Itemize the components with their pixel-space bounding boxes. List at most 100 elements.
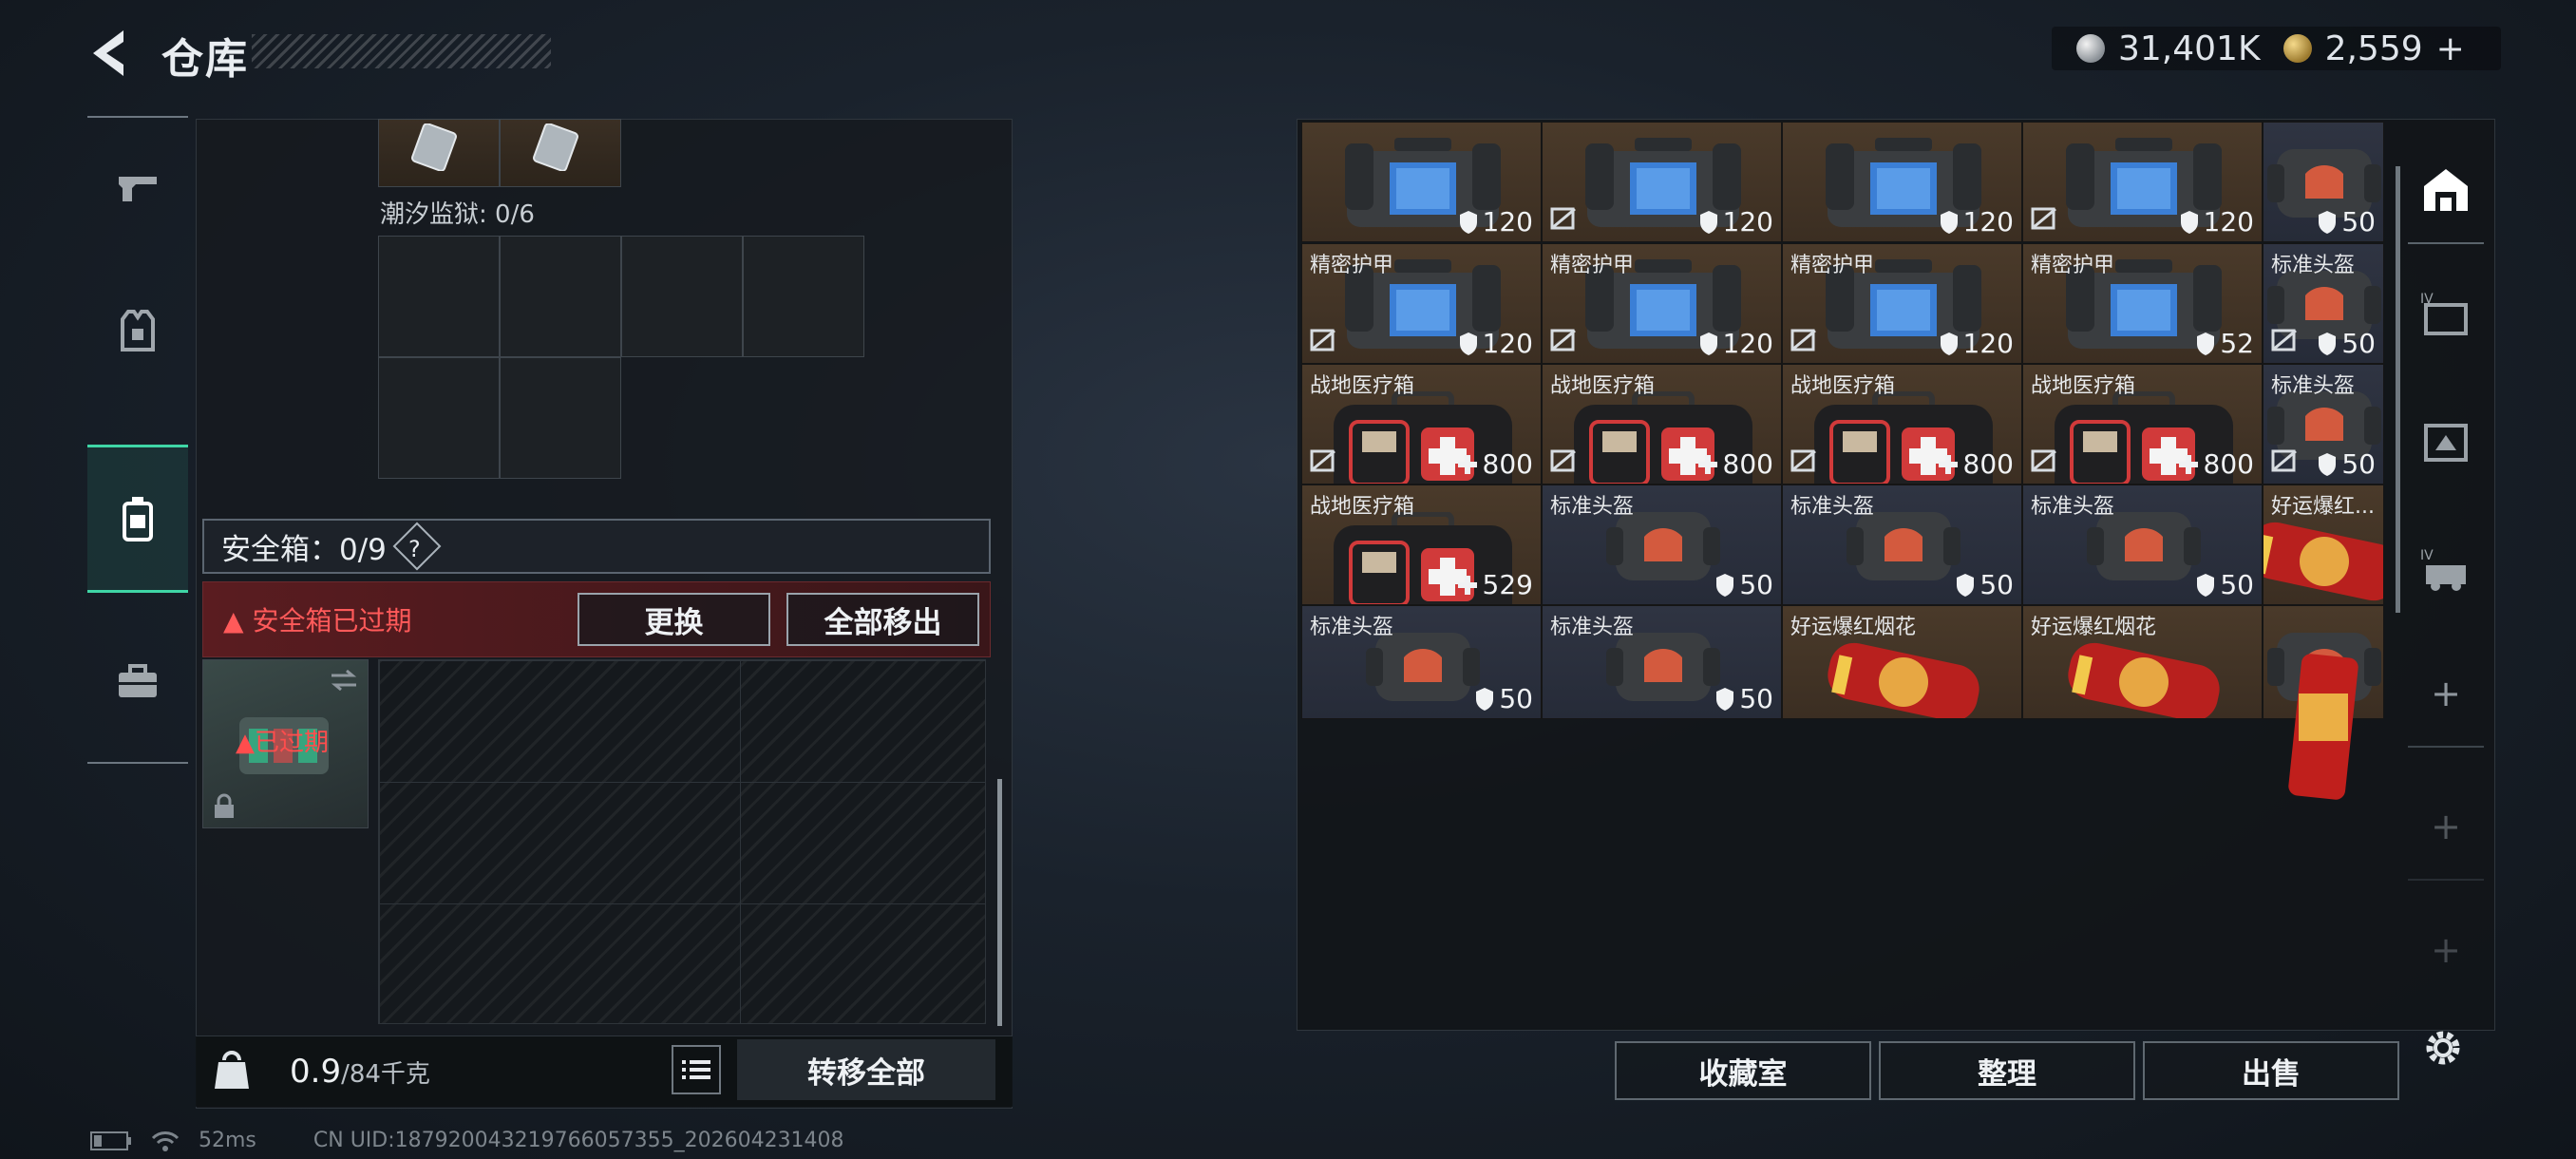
storage-item-slot[interactable]: 120 [1301,122,1542,242]
no-repair-badge [1310,329,1336,355]
no-repair-icon [1550,329,1576,352]
storage-item-slot[interactable]: 标准头盔 50 [1542,605,1782,719]
storage-item-slot[interactable]: 好运爆红... [2263,484,2384,605]
storage-item-slot[interactable]: 标准头盔 50 [2263,243,2384,364]
empty-slot[interactable] [500,357,621,479]
silver-amount: 31,401K [2118,28,2261,68]
item-slot[interactable] [500,119,621,187]
tab-storage-car[interactable]: IV [2408,518,2484,622]
replace-button[interactable]: 更换 [578,593,770,646]
back-arrow-icon [93,30,123,76]
storage-item-slot[interactable]: 50 [2263,122,2384,242]
storage-tab-bar: IV IV + + + [2408,119,2484,993]
sort-button[interactable]: 整理 [1879,1041,2135,1100]
firework-item-art [2263,636,2384,836]
transfer-all-button[interactable]: 转移全部 [737,1039,995,1100]
add-gold-button[interactable]: + [2436,29,2465,68]
safe-box-capacity: 安全箱：0/9 [221,532,387,567]
shield-icon [2180,210,2198,234]
heal-plus-icon [1457,454,1477,474]
storage-item-slot[interactable]: 标准头盔 50 [1782,484,2022,605]
item-slot[interactable] [378,119,500,187]
item-name: 标准头盔 [1550,616,1635,639]
item-name: 精密护甲 [1550,254,1635,277]
storage-item-slot[interactable]: 标准头盔 50 [2022,484,2263,605]
storage-item-slot[interactable]: 精密护甲 120 [1542,243,1782,364]
item-value: 52 [2195,328,2254,359]
add-storage-button[interactable]: + [2408,641,2484,748]
tab-armor[interactable] [87,259,188,402]
empty-slot[interactable] [743,236,864,357]
collection-room-button[interactable]: 收藏室 [1615,1041,1871,1100]
no-repair-icon [1790,329,1816,352]
no-repair-icon [2031,207,2056,230]
storage-item-slot[interactable]: 精密护甲 120 [1301,243,1542,364]
user-uid: CN UID:187920043219766057355_20260423140… [313,1129,844,1152]
storage-item-slot[interactable]: 120 [2022,122,2263,242]
tab-storage-4[interactable]: IV [2408,261,2484,366]
item-value: 50 [2317,206,2376,238]
empty-slot[interactable] [378,236,500,357]
battery-icon [90,1130,131,1150]
no-repair-badge [1790,329,1817,355]
tab-storage-main[interactable] [2408,138,2484,244]
list-view-button[interactable] [672,1045,721,1094]
item-value: 120 [1698,328,1773,359]
storage-scrollbar[interactable] [2396,166,2400,613]
item-name: 标准头盔 [1790,495,1875,519]
tab-backpack[interactable] [87,445,188,593]
item-name: 标准头盔 [2031,495,2115,519]
empty-slot[interactable] [500,236,621,357]
weight-readout: 0.9/84千克 [290,1053,430,1091]
no-repair-icon [1310,449,1335,472]
shield-icon [1957,573,1975,597]
tab-toolbox[interactable] [87,611,188,753]
item-value: 50 [1474,683,1533,714]
expired-warning: ▲ 安全箱已过期 [223,600,411,638]
empty-slot[interactable] [621,236,743,357]
storage-item-slot[interactable]: 标准头盔 50 [1542,484,1782,605]
storage-item-slot[interactable]: 战地医疗箱 529 [1301,484,1542,605]
storage-item-slot[interactable]: 战地医疗箱 800 [1301,364,1542,484]
heal-plus-icon [2178,454,2198,474]
storage-item-slot[interactable]: 精密护甲 52 [2022,243,2263,364]
item-value: 120 [1698,206,1773,238]
tab-storage-armor[interactable] [2408,390,2484,494]
storage-item-slot[interactable]: 好运爆红烟花 [2022,605,2263,719]
safe-case-slot[interactable]: ▲已过期 [202,659,369,828]
settings-button[interactable] [2419,1024,2467,1072]
item-value: 800 [1696,448,1773,480]
silver-coin-icon [2076,34,2105,63]
item-name: 好运爆红烟花 [1790,616,1917,639]
item-value: 529 [1456,569,1533,600]
item-value: 50 [1955,569,2014,600]
storage-item-slot[interactable]: 战地医疗箱 800 [1782,364,2022,484]
item-name: 好运爆红烟花 [2031,616,2157,639]
add-storage-button[interactable]: + [2408,898,2484,1002]
no-repair-badge [2271,449,2298,476]
remove-all-button[interactable]: 全部移出 [786,593,979,646]
item-name: 战地医疗箱 [1550,374,1656,398]
shield-icon [1459,210,1477,234]
back-button[interactable] [85,27,133,80]
shield-icon [1716,687,1734,711]
storage-item-slot[interactable]: 标准头盔 50 [1301,605,1542,719]
storage-item-slot[interactable]: 好运爆红烟花 [1782,605,2022,719]
title-decoration [252,34,551,68]
status-bar: 52ms CN UID:187920043219766057355_202604… [90,1129,844,1152]
storage-item-slot[interactable]: 战地医疗箱 800 [1542,364,1782,484]
add-storage-button[interactable]: + [2408,774,2484,881]
shield-icon [2197,573,2215,597]
scrollbar[interactable] [997,779,1002,1026]
empty-slot[interactable] [378,357,500,479]
storage-item-slot[interactable]: 120 [1782,122,2022,242]
storage-item-slot[interactable]: 标准头盔 50 [2263,364,2384,484]
storage-item-slot[interactable]: 120 [1542,122,1782,242]
help-button[interactable]: ? [392,522,442,571]
armor-box-icon [2424,424,2468,462]
storage-item-slot[interactable]: 战地医疗箱 800 [2022,364,2263,484]
warning-icon: ▲ [236,729,255,757]
tab-weapons[interactable] [87,117,188,259]
storage-item-slot[interactable]: 精密护甲 120 [1782,243,2022,364]
sell-button[interactable]: 出售 [2143,1041,2399,1100]
